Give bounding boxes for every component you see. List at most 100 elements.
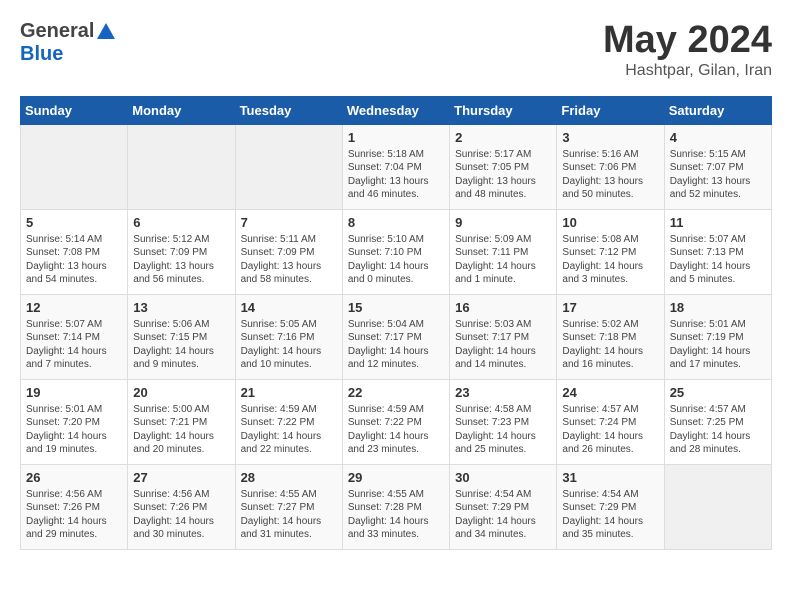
page-header: General Blue May 2024 Hashtpar, Gilan, I… <box>20 20 772 80</box>
cell-content: Sunrise: 5:08 AM Sunset: 7:12 PM Dayligh… <box>562 233 658 287</box>
calendar-cell: 18Sunrise: 5:01 AM Sunset: 7:19 PM Dayli… <box>664 294 771 379</box>
cell-content: Sunrise: 4:57 AM Sunset: 7:25 PM Dayligh… <box>670 403 766 457</box>
calendar-cell: 5 Sunrise: 5:14 AM Sunset: 7:08 PM Daylig… <box>21 209 128 294</box>
day-number: 17 <box>562 300 658 315</box>
calendar-week-row: 19Sunrise: 5:01 AM Sunset: 7:20 PM Dayli… <box>21 379 772 464</box>
calendar-cell: 23 Sunrise: 4:58 AM Sunset: 7:23 PM Dayli… <box>450 379 557 464</box>
calendar-body: 1 Sunrise: 5:18 AM Sunset: 7:04 PM Daylig… <box>21 124 772 549</box>
calendar-cell: 2 Sunrise: 5:17 AM Sunset: 7:05 PM Daylig… <box>450 124 557 209</box>
day-number: 4 <box>670 130 766 145</box>
day-number: 2 <box>455 130 551 145</box>
day-number: 12 <box>26 300 122 315</box>
calendar-cell <box>235 124 342 209</box>
cell-content: Sunrise: 4:55 AM Sunset: 7:27 PM Dayligh… <box>241 488 337 542</box>
calendar-cell: 19Sunrise: 5:01 AM Sunset: 7:20 PM Dayli… <box>21 379 128 464</box>
cell-content: Sunrise: 4:55 AM Sunset: 7:28 PM Dayligh… <box>348 488 444 542</box>
day-number: 21 <box>241 385 337 400</box>
calendar-cell: 17 Sunrise: 5:02 AM Sunset: 7:18 PM Dayli… <box>557 294 664 379</box>
cell-content: Sunrise: 4:59 AM Sunset: 7:22 PM Dayligh… <box>348 403 444 457</box>
calendar-cell: 25 Sunrise: 4:57 AM Sunset: 7:25 PM Dayli… <box>664 379 771 464</box>
calendar-cell: 27Sunrise: 4:56 AM Sunset: 7:26 PM Dayli… <box>128 464 235 549</box>
weekday-header: Thursday <box>450 96 557 124</box>
calendar-cell: 4Sunrise: 5:15 AM Sunset: 7:07 PM Daylig… <box>664 124 771 209</box>
cell-content: Sunrise: 5:04 AM Sunset: 7:17 PM Dayligh… <box>348 318 444 372</box>
calendar-header: SundayMondayTuesdayWednesdayThursdayFrid… <box>21 96 772 124</box>
day-number: 25 <box>670 385 766 400</box>
calendar-cell: 22 Sunrise: 4:59 AM Sunset: 7:22 PM Dayli… <box>342 379 449 464</box>
cell-content: Sunrise: 5:17 AM Sunset: 7:05 PM Dayligh… <box>455 148 551 202</box>
day-number: 9 <box>455 215 551 230</box>
cell-content: Sunrise: 5:18 AM Sunset: 7:04 PM Dayligh… <box>348 148 444 202</box>
day-number: 24 <box>562 385 658 400</box>
cell-content: Sunrise: 5:00 AM Sunset: 7:21 PM Dayligh… <box>133 403 229 457</box>
calendar-cell: 24 Sunrise: 4:57 AM Sunset: 7:24 PM Dayli… <box>557 379 664 464</box>
calendar-cell: 20 Sunrise: 5:00 AM Sunset: 7:21 PM Dayli… <box>128 379 235 464</box>
calendar-cell: 12 Sunrise: 5:07 AM Sunset: 7:14 PM Dayli… <box>21 294 128 379</box>
weekday-header-row: SundayMondayTuesdayWednesdayThursdayFrid… <box>21 96 772 124</box>
calendar-table: SundayMondayTuesdayWednesdayThursdayFrid… <box>20 96 772 550</box>
calendar-cell <box>128 124 235 209</box>
calendar-cell: 13Sunrise: 5:06 AM Sunset: 7:15 PM Dayli… <box>128 294 235 379</box>
day-number: 6 <box>133 215 229 230</box>
calendar-cell: 3Sunrise: 5:16 AM Sunset: 7:06 PM Daylig… <box>557 124 664 209</box>
calendar-week-row: 1 Sunrise: 5:18 AM Sunset: 7:04 PM Daylig… <box>21 124 772 209</box>
cell-content: Sunrise: 5:11 AM Sunset: 7:09 PM Dayligh… <box>241 233 337 287</box>
cell-content: Sunrise: 4:54 AM Sunset: 7:29 PM Dayligh… <box>562 488 658 542</box>
weekday-header: Tuesday <box>235 96 342 124</box>
cell-content: Sunrise: 5:06 AM Sunset: 7:15 PM Dayligh… <box>133 318 229 372</box>
day-number: 10 <box>562 215 658 230</box>
calendar-cell: 16 Sunrise: 5:03 AM Sunset: 7:17 PM Dayli… <box>450 294 557 379</box>
calendar-cell <box>21 124 128 209</box>
cell-content: Sunrise: 4:59 AM Sunset: 7:22 PM Dayligh… <box>241 403 337 457</box>
calendar-cell: 1 Sunrise: 5:18 AM Sunset: 7:04 PM Daylig… <box>342 124 449 209</box>
cell-content: Sunrise: 5:10 AM Sunset: 7:10 PM Dayligh… <box>348 233 444 287</box>
calendar-cell: 14 Sunrise: 5:05 AM Sunset: 7:16 PM Dayli… <box>235 294 342 379</box>
day-number: 30 <box>455 470 551 485</box>
calendar-week-row: 5 Sunrise: 5:14 AM Sunset: 7:08 PM Daylig… <box>21 209 772 294</box>
logo-icon <box>95 21 117 43</box>
calendar-cell: 9 Sunrise: 5:09 AM Sunset: 7:11 PM Daylig… <box>450 209 557 294</box>
cell-content: Sunrise: 5:12 AM Sunset: 7:09 PM Dayligh… <box>133 233 229 287</box>
day-number: 16 <box>455 300 551 315</box>
day-number: 14 <box>241 300 337 315</box>
cell-content: Sunrise: 5:14 AM Sunset: 7:08 PM Dayligh… <box>26 233 122 287</box>
cell-content: Sunrise: 5:03 AM Sunset: 7:17 PM Dayligh… <box>455 318 551 372</box>
calendar-cell: 15Sunrise: 5:04 AM Sunset: 7:17 PM Dayli… <box>342 294 449 379</box>
day-number: 23 <box>455 385 551 400</box>
day-number: 20 <box>133 385 229 400</box>
weekday-header: Sunday <box>21 96 128 124</box>
calendar-week-row: 12 Sunrise: 5:07 AM Sunset: 7:14 PM Dayli… <box>21 294 772 379</box>
weekday-header: Friday <box>557 96 664 124</box>
cell-content: Sunrise: 5:01 AM Sunset: 7:19 PM Dayligh… <box>670 318 766 372</box>
title-block: May 2024 Hashtpar, Gilan, Iran <box>603 20 772 80</box>
location-subtitle: Hashtpar, Gilan, Iran <box>603 62 772 80</box>
day-number: 5 <box>26 215 122 230</box>
cell-content: Sunrise: 5:05 AM Sunset: 7:16 PM Dayligh… <box>241 318 337 372</box>
day-number: 26 <box>26 470 122 485</box>
cell-content: Sunrise: 5:09 AM Sunset: 7:11 PM Dayligh… <box>455 233 551 287</box>
calendar-cell: 7 Sunrise: 5:11 AM Sunset: 7:09 PM Daylig… <box>235 209 342 294</box>
cell-content: Sunrise: 5:07 AM Sunset: 7:14 PM Dayligh… <box>26 318 122 372</box>
calendar-cell: 28Sunrise: 4:55 AM Sunset: 7:27 PM Dayli… <box>235 464 342 549</box>
weekday-header: Monday <box>128 96 235 124</box>
cell-content: Sunrise: 5:16 AM Sunset: 7:06 PM Dayligh… <box>562 148 658 202</box>
weekday-header: Saturday <box>664 96 771 124</box>
calendar-cell: 11Sunrise: 5:07 AM Sunset: 7:13 PM Dayli… <box>664 209 771 294</box>
calendar-cell: 26Sunrise: 4:56 AM Sunset: 7:26 PM Dayli… <box>21 464 128 549</box>
month-title: May 2024 <box>603 20 772 62</box>
cell-content: Sunrise: 4:57 AM Sunset: 7:24 PM Dayligh… <box>562 403 658 457</box>
calendar-cell: 8Sunrise: 5:10 AM Sunset: 7:10 PM Daylig… <box>342 209 449 294</box>
day-number: 19 <box>26 385 122 400</box>
day-number: 1 <box>348 130 444 145</box>
day-number: 22 <box>348 385 444 400</box>
day-number: 31 <box>562 470 658 485</box>
calendar-cell: 29Sunrise: 4:55 AM Sunset: 7:28 PM Dayli… <box>342 464 449 549</box>
day-number: 7 <box>241 215 337 230</box>
weekday-header: Wednesday <box>342 96 449 124</box>
cell-content: Sunrise: 4:58 AM Sunset: 7:23 PM Dayligh… <box>455 403 551 457</box>
cell-content: Sunrise: 5:02 AM Sunset: 7:18 PM Dayligh… <box>562 318 658 372</box>
calendar-week-row: 26Sunrise: 4:56 AM Sunset: 7:26 PM Dayli… <box>21 464 772 549</box>
logo-blue: Blue <box>20 43 63 65</box>
calendar-cell: 31 Sunrise: 4:54 AM Sunset: 7:29 PM Dayli… <box>557 464 664 549</box>
calendar-cell <box>664 464 771 549</box>
